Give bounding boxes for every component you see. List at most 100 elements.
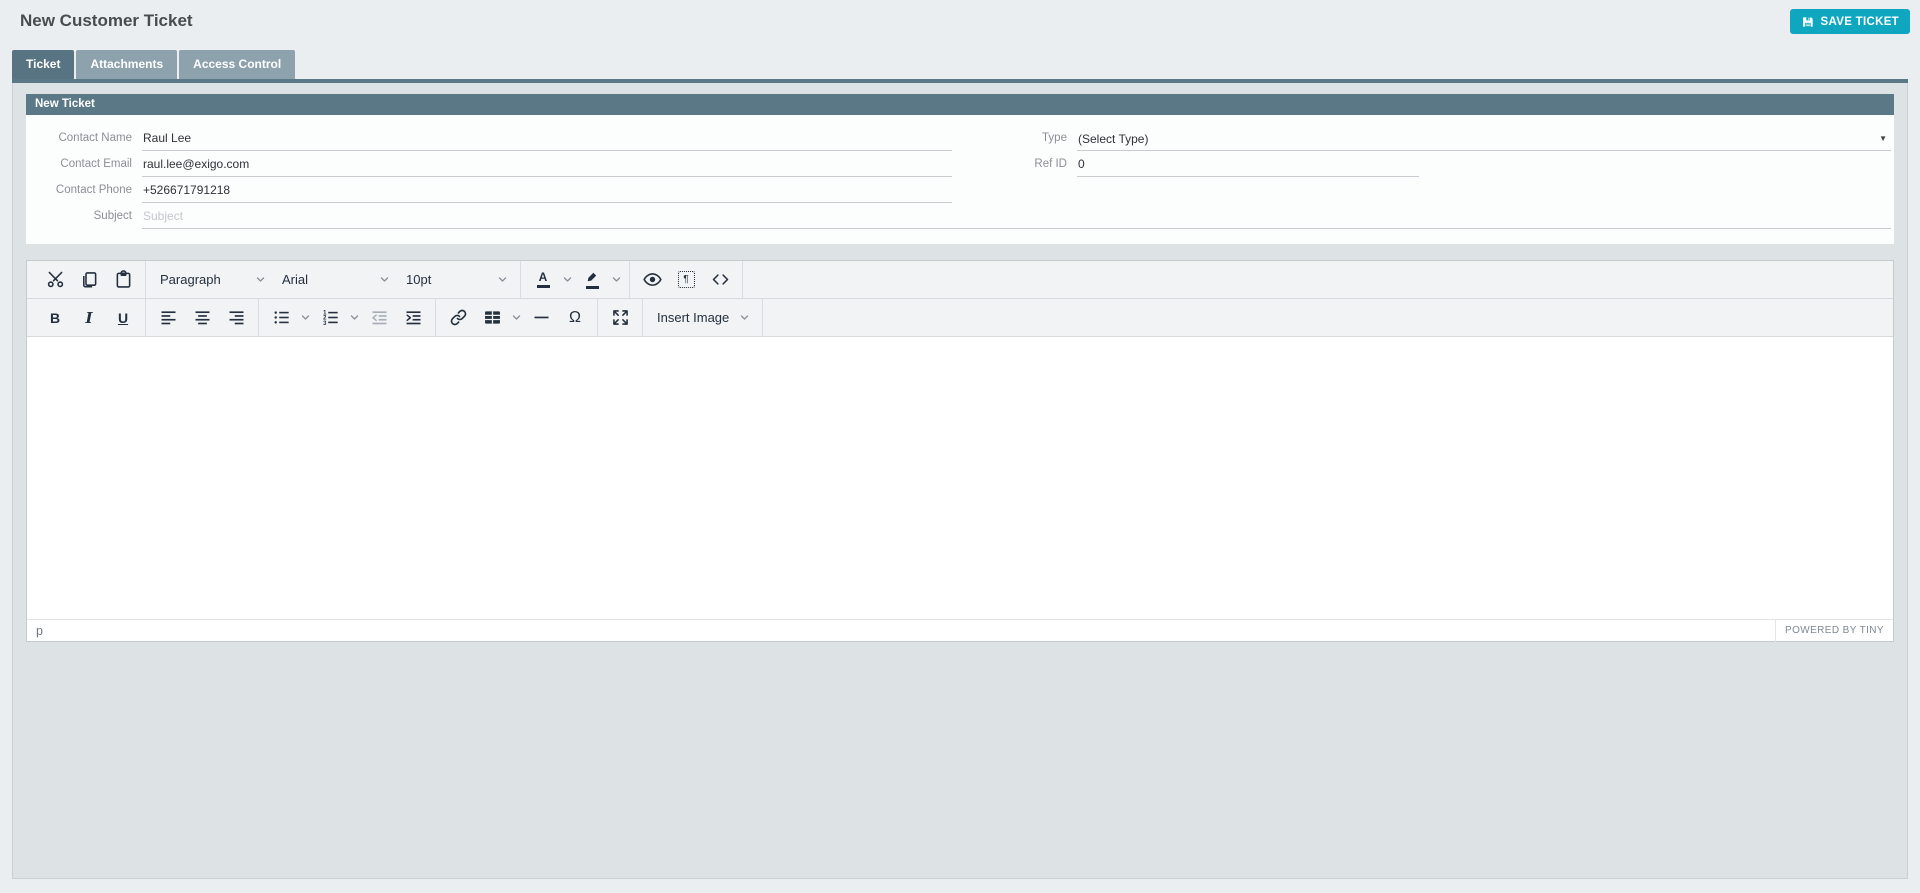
insert-image-select[interactable]: Insert Image xyxy=(648,301,757,335)
chevron-down-icon xyxy=(379,274,390,285)
cut-button[interactable] xyxy=(38,263,72,297)
insert-image-select-value: Insert Image xyxy=(657,310,730,325)
italic-icon: I xyxy=(85,308,93,327)
contact-phone-cell xyxy=(142,177,952,203)
toolbar-group: A xyxy=(521,261,630,298)
chevron-down-icon[interactable] xyxy=(509,301,524,335)
align-right-icon xyxy=(226,307,247,328)
chevron-down-icon xyxy=(739,312,750,323)
paste-button[interactable] xyxy=(106,263,140,297)
tab-access-control[interactable]: Access Control xyxy=(179,50,296,79)
contact-phone-input[interactable] xyxy=(142,181,952,203)
font-family-select[interactable]: Arial xyxy=(273,263,397,297)
special-character-icon: Ω xyxy=(569,308,581,326)
chevron-down-icon[interactable] xyxy=(560,263,575,297)
outdent-button xyxy=(362,301,396,335)
toolbar-group xyxy=(146,299,259,336)
copy-button[interactable] xyxy=(72,263,106,297)
content-panel: New Ticket Contact NameContact EmailCont… xyxy=(12,83,1908,879)
preview-icon xyxy=(642,269,663,290)
highlight-color-icon xyxy=(585,270,599,289)
align-left-button[interactable] xyxy=(151,301,185,335)
align-right-button[interactable] xyxy=(219,301,253,335)
type-cell: (Select Type) ▼ xyxy=(1076,125,1891,151)
chevron-down-icon[interactable] xyxy=(609,263,624,297)
subject-input[interactable] xyxy=(142,207,1891,229)
ref-id-label: Ref ID xyxy=(1034,158,1067,170)
formatting-marks-icon: ¶ xyxy=(677,271,695,288)
svg-text:3: 3 xyxy=(323,321,327,327)
link-button[interactable] xyxy=(441,301,475,335)
bullet-list-icon xyxy=(271,307,292,328)
ticket-form: Contact Name Contact Email Contact Phone Su… xyxy=(26,115,1894,244)
fullscreen-icon xyxy=(610,307,631,328)
link-icon xyxy=(448,307,469,328)
chevron-down-icon[interactable] xyxy=(298,301,313,335)
text-color-icon: A xyxy=(536,271,550,288)
text-color-button[interactable]: A xyxy=(526,263,560,297)
bullet-list-button[interactable] xyxy=(264,301,298,335)
source-code-icon xyxy=(710,269,731,290)
save-ticket-button-label: SAVE TICKET xyxy=(1820,15,1899,28)
block-format-select[interactable]: Paragraph xyxy=(151,263,273,297)
chevron-down-icon xyxy=(497,274,508,285)
section-header: New Ticket xyxy=(26,94,1894,115)
formatting-marks-button[interactable]: ¶ xyxy=(669,263,703,297)
editor-statusbar: p POWERED BY TINY xyxy=(27,619,1893,642)
page-title: New Customer Ticket xyxy=(20,11,193,30)
rich-text-editor: Paragraph Arial 10pt A ¶ B I U 1 2 3 Ω Insert Image… xyxy=(26,260,1894,642)
ref-id-cell xyxy=(1076,151,1891,177)
cut-icon xyxy=(45,269,66,290)
bold-icon: B xyxy=(49,309,61,326)
block-format-select-value: Paragraph xyxy=(160,272,221,287)
toolbar-group: Paragraph Arial 10pt xyxy=(146,261,521,298)
toolbar-group: Ω xyxy=(436,299,598,336)
tiny-branding-link[interactable]: POWERED BY TINY xyxy=(1775,619,1893,642)
underline-button[interactable]: U xyxy=(106,301,140,335)
tab-strip: Ticket Attachments Access Control xyxy=(12,50,1920,79)
type-select-value: (Select Type) xyxy=(1077,131,1149,146)
tab-ticket[interactable]: Ticket xyxy=(12,50,75,79)
save-ticket-button[interactable]: SAVE TICKET xyxy=(1789,9,1910,34)
source-code-button[interactable] xyxy=(703,263,737,297)
table-button[interactable] xyxy=(475,301,509,335)
align-center-button[interactable] xyxy=(185,301,219,335)
chevron-down-icon[interactable] xyxy=(347,301,362,335)
contact-name-input[interactable] xyxy=(142,129,952,151)
indent-button[interactable] xyxy=(396,301,430,335)
horizontal-rule-icon xyxy=(531,307,552,328)
numbered-list-button[interactable]: 123 xyxy=(313,301,347,335)
horizontal-rule-button[interactable] xyxy=(524,301,558,335)
contact-email-input[interactable] xyxy=(142,155,952,177)
highlight-color-button[interactable] xyxy=(575,263,609,297)
save-icon xyxy=(1801,15,1815,29)
preview-button[interactable] xyxy=(635,263,669,297)
contact-name-cell xyxy=(142,125,952,151)
fullscreen-button[interactable] xyxy=(603,301,637,335)
subject-label: Subject xyxy=(93,210,132,222)
copy-icon xyxy=(79,269,100,290)
bold-button[interactable]: B xyxy=(38,301,72,335)
contact-name-label: Contact Name xyxy=(58,132,132,144)
outdent-icon xyxy=(369,307,390,328)
contact-email-label: Contact Email xyxy=(60,158,132,170)
toolbar-group: B IU xyxy=(33,299,146,336)
ref-id-input[interactable] xyxy=(1076,155,1419,177)
italic-button[interactable]: I xyxy=(72,301,106,335)
contact-email-cell xyxy=(142,151,952,177)
indent-icon xyxy=(403,307,424,328)
toolbar-group xyxy=(598,299,643,336)
align-center-icon xyxy=(192,307,213,328)
editor-content-area[interactable] xyxy=(27,337,1893,619)
tab-attachments[interactable]: Attachments xyxy=(76,50,178,79)
contact-phone-label: Contact Phone xyxy=(55,184,132,196)
font-size-select[interactable]: 10pt xyxy=(397,263,515,297)
editor-toolbar-row-1: Paragraph Arial 10pt A ¶ xyxy=(27,261,1893,299)
table-icon xyxy=(482,307,503,328)
type-select[interactable]: (Select Type) ▼ xyxy=(1076,129,1891,151)
subject-cell xyxy=(142,203,1891,229)
font-family-select-value: Arial xyxy=(282,272,309,287)
toolbar-group: Insert Image xyxy=(643,299,764,336)
font-size-select-value: 10pt xyxy=(406,272,432,287)
special-character-button[interactable]: Ω xyxy=(558,301,592,335)
